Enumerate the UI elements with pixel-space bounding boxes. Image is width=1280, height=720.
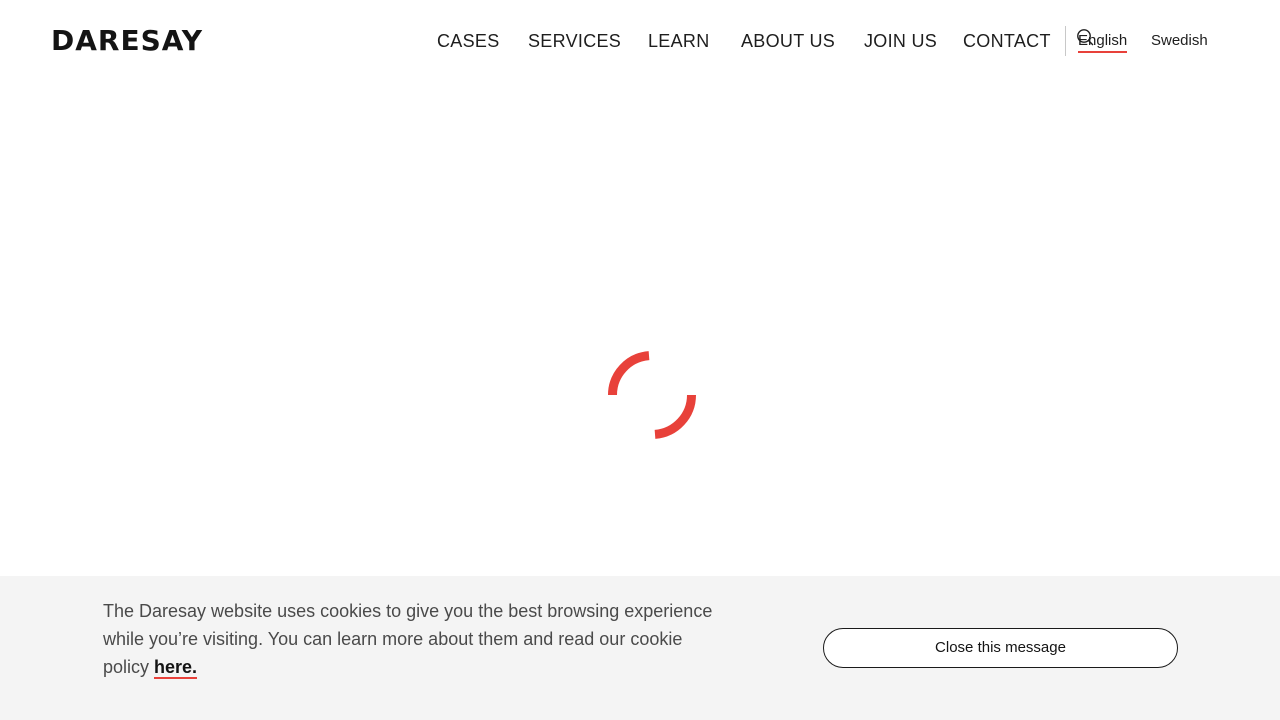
close-cookie-button[interactable]: Close this message xyxy=(823,628,1178,668)
cookie-message: The Daresay website uses cookies to give… xyxy=(103,597,723,681)
nav-services[interactable]: SERVICES xyxy=(528,28,621,54)
cookie-policy-link[interactable]: here. xyxy=(154,657,198,679)
language-english[interactable]: English xyxy=(1078,31,1128,53)
spinner-arc-bottom xyxy=(654,394,696,439)
cookie-banner: The Daresay website uses cookies to give… xyxy=(0,576,1280,720)
nav-contact[interactable]: CONTACT xyxy=(963,28,1051,54)
page: DARESAY CASES SERVICES LEARN ABOUT US JO… xyxy=(0,0,1280,720)
site-header: DARESAY CASES SERVICES LEARN ABOUT US JO… xyxy=(0,0,1280,82)
nav-join-us[interactable]: JOIN US xyxy=(864,28,937,54)
spinner-arc-top xyxy=(608,351,650,396)
logo[interactable]: DARESAY xyxy=(51,23,203,59)
loading-spinner xyxy=(608,351,696,439)
nav-learn[interactable]: LEARN xyxy=(648,28,710,54)
nav-cases[interactable]: CASES xyxy=(437,28,500,54)
nav-about-us[interactable]: ABOUT US xyxy=(741,28,835,54)
language-swedish[interactable]: Swedish xyxy=(1151,31,1208,51)
nav-divider xyxy=(1065,26,1066,56)
